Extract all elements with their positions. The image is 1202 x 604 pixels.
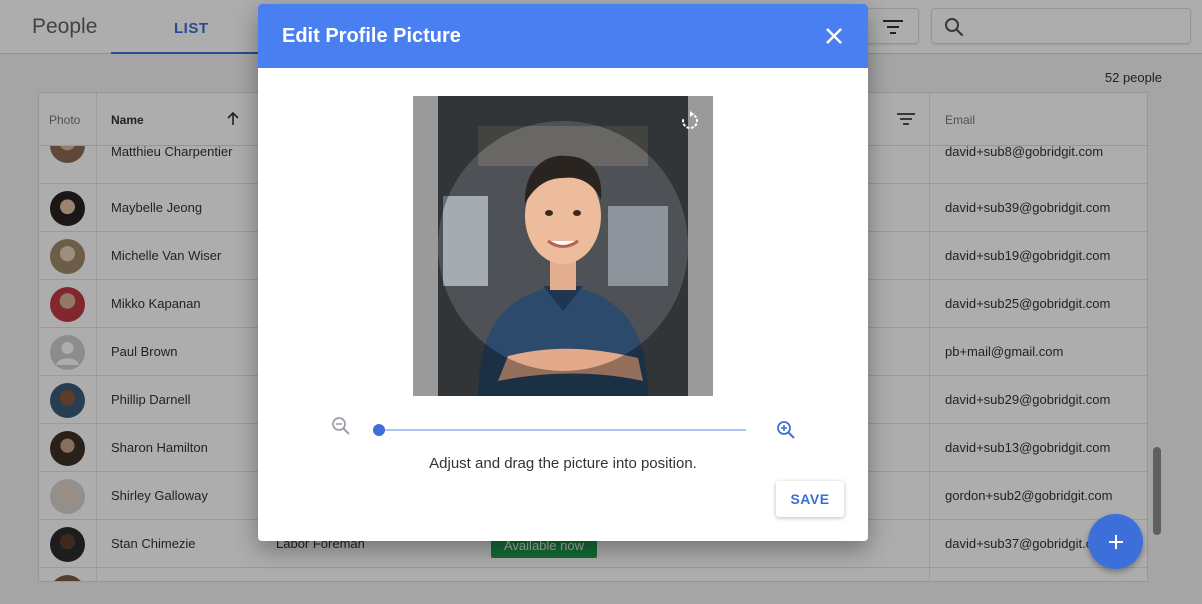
- image-crop-area[interactable]: [413, 96, 713, 396]
- dialog-title: Edit Profile Picture: [282, 25, 461, 47]
- crop-circle-mask: [438, 96, 688, 396]
- zoom-in-icon[interactable]: [775, 419, 797, 441]
- zoom-slider[interactable]: [373, 423, 747, 437]
- add-person-button[interactable]: [1088, 514, 1143, 569]
- close-icon[interactable]: [824, 26, 844, 46]
- save-button[interactable]: SAVE: [776, 481, 844, 517]
- rotate-icon[interactable]: [679, 110, 701, 132]
- zoom-slider-track[interactable]: [379, 429, 746, 431]
- plus-icon: [1109, 535, 1123, 549]
- edit-profile-picture-dialog: Edit Profile Picture: [258, 4, 868, 541]
- dialog-header: Edit Profile Picture: [258, 4, 868, 68]
- zoom-slider-thumb[interactable]: [373, 424, 385, 436]
- zoom-out-icon[interactable]: [330, 415, 352, 437]
- profile-photo[interactable]: [438, 96, 688, 396]
